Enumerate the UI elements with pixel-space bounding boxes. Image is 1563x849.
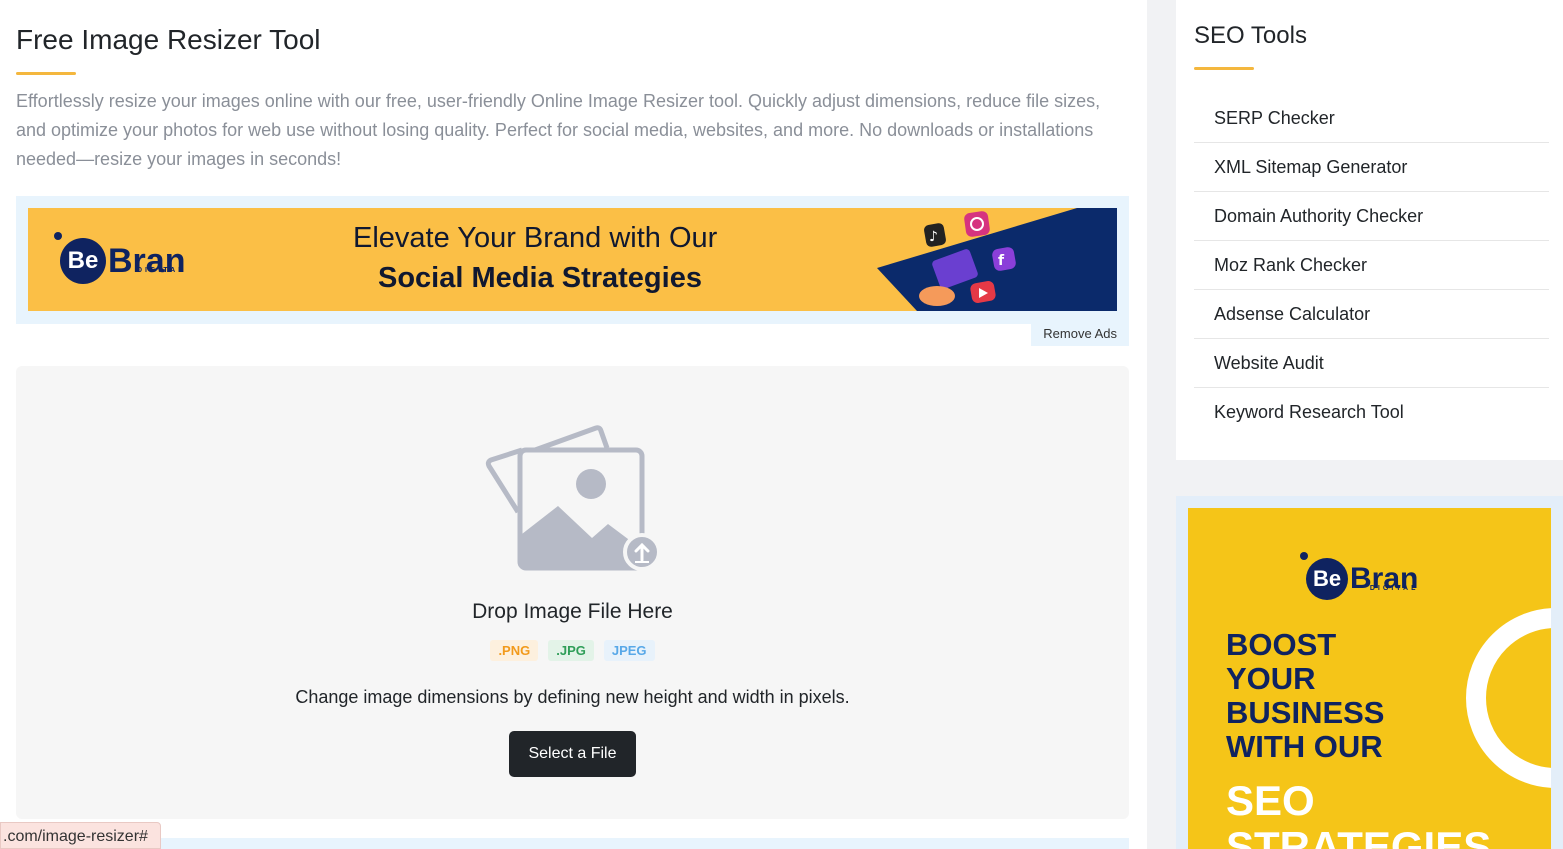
sidebar-item-keyword-research-tool[interactable]: Keyword Research Tool [1194, 388, 1549, 437]
ad-decorative-ring [1466, 608, 1551, 788]
sidebar-item-adsense-calculator[interactable]: Adsense Calculator [1194, 290, 1549, 339]
sidebar-item-serp-checker[interactable]: SERP Checker [1194, 94, 1549, 143]
ad-headline-line2: Social Media Strategies [378, 262, 702, 294]
social-media-illustration: ♪ f [877, 208, 1117, 311]
remove-ads-link[interactable]: Remove Ads [1031, 324, 1129, 346]
sidebar-item-moz-rank-checker[interactable]: Moz Rank Checker [1194, 241, 1549, 290]
page-description: Effortlessly resize your images online w… [16, 91, 1101, 169]
image-upload-icon [485, 425, 661, 571]
sidebar-ad-line4: WITH OUR [1226, 729, 1383, 764]
logo-subtext: DIGITAL [136, 267, 186, 274]
sidebar-tool-list: SERP Checker XML Sitemap Generator Domai… [1194, 94, 1549, 437]
seo-tools-sidebar: SEO Tools SERP Checker XML Sitemap Gener… [1176, 0, 1563, 460]
top-ad-container: Be Bran DIGITAL Elevate Your Brand with … [16, 196, 1129, 324]
next-section-strip [16, 838, 1129, 849]
format-badge-jpg: .JPG [548, 640, 594, 661]
title-underline [16, 72, 76, 75]
drop-zone-title: Drop Image File Here [472, 600, 673, 623]
sidebar-ad-line1: BOOST [1226, 627, 1337, 662]
image-drop-zone[interactable]: Drop Image File Here .PNG .JPG JPEG Chan… [16, 366, 1129, 819]
drop-zone-subtitle: Change image dimensions by defining new … [295, 687, 850, 707]
top-ad-banner[interactable]: Be Bran DIGITAL Elevate Your Brand with … [28, 208, 1117, 311]
sidebar-item-xml-sitemap-generator[interactable]: XML Sitemap Generator [1194, 143, 1549, 192]
sidebar-ad-line6: STRATEGIES [1226, 823, 1492, 849]
sidebar-ad-container: Be Bran DIGITAL BOOST YOUR BUSINESS WITH… [1176, 496, 1563, 849]
sidebar-item-domain-authority-checker[interactable]: Domain Authority Checker [1194, 192, 1549, 241]
sidebar-ad-logo: Be Bran DIGITAL [1300, 552, 1418, 600]
sidebar-title-underline [1194, 67, 1254, 70]
format-badge-jpeg: JPEG [603, 640, 655, 661]
sidebar-ad-headline: BOOST YOUR BUSINESS WITH OUR [1226, 628, 1384, 764]
svg-text:♪: ♪ [929, 229, 938, 245]
format-badges: .PNG .JPG JPEG [16, 640, 1129, 661]
bebran-logo: Be Bran DIGITAL [54, 232, 185, 284]
sidebar-item-website-audit[interactable]: Website Audit [1194, 339, 1549, 388]
sidebar-ad-line5: SEO [1226, 777, 1315, 824]
status-bar-url: .com/image-resizer# [0, 822, 161, 849]
select-file-button[interactable]: Select a File [509, 731, 636, 777]
sidebar-ad-banner[interactable]: Be Bran DIGITAL BOOST YOUR BUSINESS WITH… [1188, 508, 1551, 849]
logo-word: Bran DIGITAL [108, 244, 185, 278]
sidebar-logo-word: Bran DIGITAL [1350, 562, 1418, 596]
format-badge-png: .PNG [490, 640, 539, 661]
ad-headline-line1: Elevate Your Brand with Our [353, 222, 718, 254]
logo-be-circle: Be [54, 232, 106, 284]
page-title: Free Image Resizer Tool [16, 24, 321, 55]
sidebar-ad-seo-text: SEO STRATEGIES [1226, 778, 1491, 849]
sidebar-title: SEO Tools [1194, 22, 1307, 49]
sidebar-logo-be-circle: Be [1300, 552, 1348, 600]
svg-text:f: f [998, 253, 1005, 269]
sidebar-ad-line2: YOUR [1226, 661, 1316, 696]
sidebar-ad-line3: BUSINESS [1226, 695, 1385, 730]
sidebar-logo-subtext: DIGITAL [1369, 585, 1419, 592]
